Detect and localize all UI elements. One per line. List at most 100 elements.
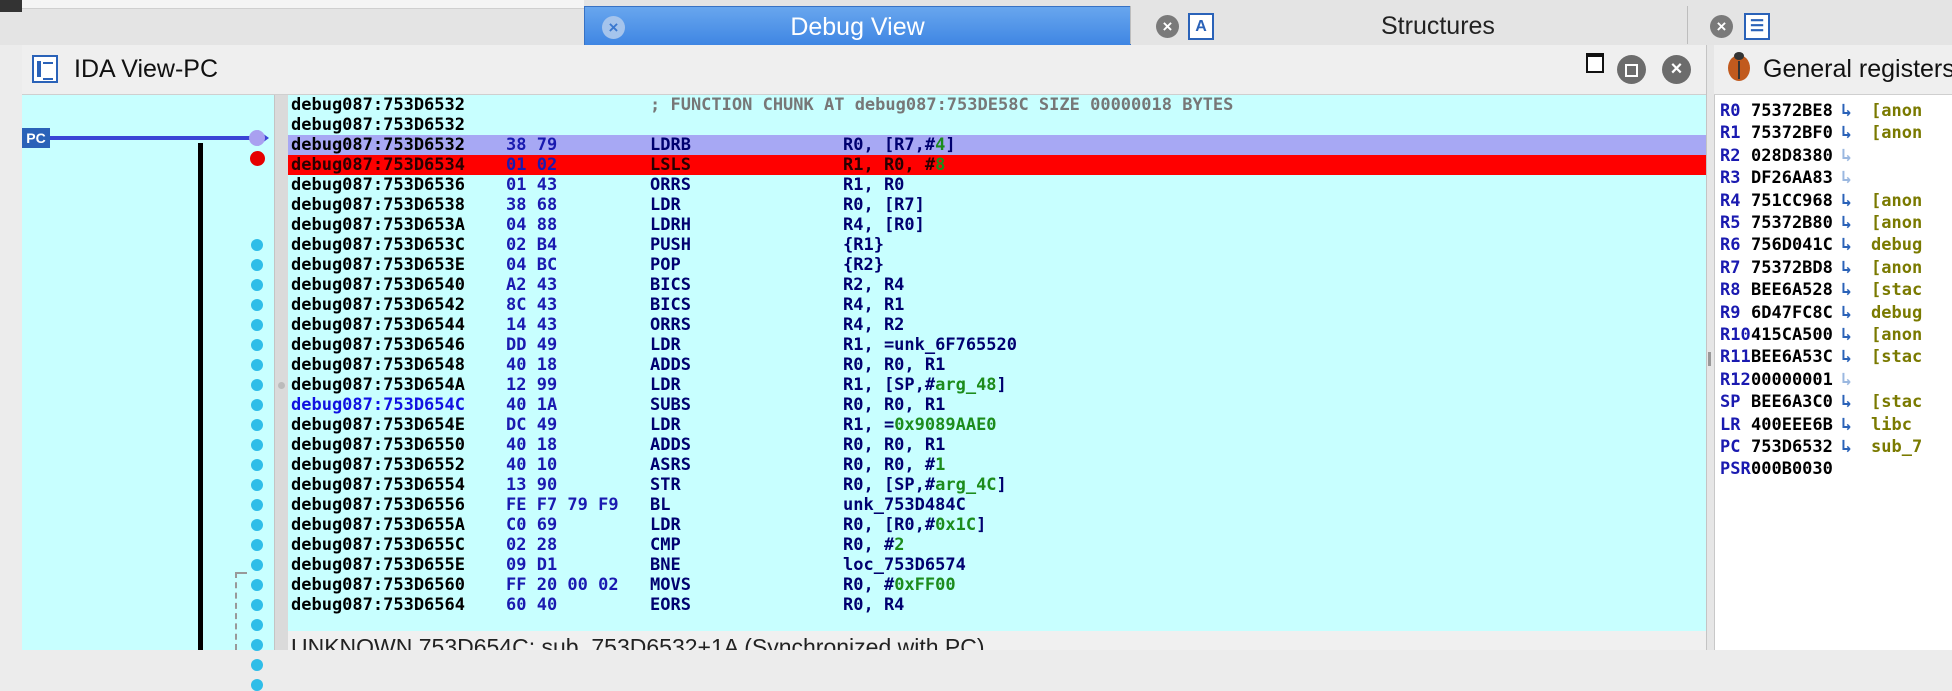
- restore-icon[interactable]: [1617, 55, 1646, 84]
- instruction-mnemonic[interactable]: LDR: [650, 515, 681, 535]
- breakpoint-slot-dot[interactable]: [251, 559, 263, 571]
- opcode-bytes[interactable]: 8C 43: [506, 295, 557, 315]
- register-value[interactable]: 75372BE8: [1751, 99, 1833, 123]
- register-row[interactable]: R8 BEE6A528 ↳ [stac: [1715, 278, 1952, 302]
- register-value[interactable]: 400EEE6B: [1751, 413, 1833, 437]
- close-icon[interactable]: ×: [1710, 15, 1733, 38]
- register-row[interactable]: PC 753D6532 ↳ sub_7: [1715, 435, 1952, 459]
- jump-arrow-icon[interactable]: ↳: [1841, 233, 1852, 257]
- jump-arrow-icon[interactable]: ↳: [1841, 278, 1852, 302]
- instruction-operands[interactable]: R0, [R7,#4]: [843, 135, 956, 155]
- instruction-address[interactable]: debug087:753D6542: [291, 295, 465, 315]
- register-value[interactable]: 75372BF0: [1751, 121, 1833, 145]
- instruction-operands[interactable]: R0, #0xFF00: [843, 575, 956, 595]
- breakpoint-slot-dot[interactable]: [251, 379, 263, 391]
- code-line[interactable]: debug087:753D655A C0 69 LDR R0, [R0,#0x1C]: [288, 515, 1706, 535]
- opcode-bytes[interactable]: 60 40: [506, 595, 557, 615]
- opcode-bytes[interactable]: FF 20 00 02: [506, 575, 619, 595]
- register-value[interactable]: 00000001: [1751, 368, 1833, 392]
- instruction-address[interactable]: debug087:753D653A: [291, 215, 465, 235]
- jump-arrow-icon[interactable]: ↳: [1841, 301, 1852, 325]
- instruction-mnemonic[interactable]: BNE: [650, 555, 681, 575]
- instruction-address[interactable]: debug087:753D6546: [291, 335, 465, 355]
- instruction-mnemonic[interactable]: PUSH: [650, 235, 691, 255]
- opcode-bytes[interactable]: 01 43: [506, 175, 557, 195]
- instruction-address[interactable]: debug087:753D654C: [291, 395, 465, 415]
- instruction-mnemonic[interactable]: BICS: [650, 275, 691, 295]
- breakpoint-slot-dot[interactable]: [251, 499, 263, 511]
- breakpoint-slot-dot[interactable]: [251, 259, 263, 271]
- code-line[interactable]: debug087:753D654A 12 99 LDR R1, [SP,#arg_48…: [288, 375, 1706, 395]
- instruction-operands[interactable]: R0, R0, R1: [843, 355, 945, 375]
- close-icon[interactable]: ×: [1662, 55, 1691, 84]
- instruction-address[interactable]: debug087:753D653E: [291, 255, 465, 275]
- instruction-address[interactable]: debug087:753D653C: [291, 235, 465, 255]
- opcode-bytes[interactable]: DD 49: [506, 335, 557, 355]
- instruction-operands[interactable]: R0, R0, #1: [843, 455, 945, 475]
- breakpoint-slot-dot[interactable]: [251, 299, 263, 311]
- disassembly-listing[interactable]: debug087:753D6532 ; FUNCTION CHUNK AT deb…: [288, 95, 1706, 631]
- jump-arrow-icon[interactable]: ↳: [1841, 345, 1852, 369]
- instruction-mnemonic[interactable]: LDR: [650, 415, 681, 435]
- code-line[interactable]: debug087:753D6556 FE F7 79 F9 BL unk_753D48…: [288, 495, 1706, 515]
- current-instruction-dot[interactable]: [249, 130, 265, 146]
- instruction-mnemonic[interactable]: LSLS: [650, 155, 691, 175]
- instruction-mnemonic[interactable]: LDR: [650, 335, 681, 355]
- instruction-operands[interactable]: unk_753D484C: [843, 495, 966, 515]
- instruction-operands[interactable]: R4, R1: [843, 295, 904, 315]
- register-row[interactable]: R5 75372B80 ↳ [anon: [1715, 211, 1952, 235]
- breakpoint-slot-dot[interactable]: [251, 479, 263, 491]
- instruction-operands[interactable]: R0, [SP,#arg_4C]: [843, 475, 1007, 495]
- code-line[interactable]: debug087:753D6532: [288, 115, 1706, 135]
- instruction-address[interactable]: debug087:753D6552: [291, 455, 465, 475]
- instruction-mnemonic[interactable]: ADDS: [650, 435, 691, 455]
- breakpoint-slot-dot[interactable]: [251, 639, 263, 651]
- instruction-address[interactable]: debug087:753D655E: [291, 555, 465, 575]
- register-row[interactable]: R2 028D8380 ↳: [1715, 144, 1952, 168]
- register-row[interactable]: R7 75372BD8 ↳ [anon: [1715, 256, 1952, 280]
- code-line[interactable]: debug087:753D653A 04 88 LDRH R4, [R0]: [288, 215, 1706, 235]
- instruction-address[interactable]: debug087:753D6560: [291, 575, 465, 595]
- code-line[interactable]: debug087:753D6536 01 43 ORRS R1, R0: [288, 175, 1706, 195]
- register-row[interactable]: R12 00000001 ↳: [1715, 368, 1952, 392]
- maximize-icon[interactable]: [1586, 53, 1604, 73]
- panel-divider[interactable]: [274, 95, 289, 650]
- instruction-mnemonic[interactable]: ORRS: [650, 315, 691, 335]
- jump-arrow-icon[interactable]: ↳: [1841, 368, 1852, 392]
- instruction-operands[interactable]: R4, [R0]: [843, 215, 925, 235]
- opcode-bytes[interactable]: 40 18: [506, 355, 557, 375]
- breakpoint-slot-dot[interactable]: [251, 459, 263, 471]
- register-value[interactable]: 415CA500: [1751, 323, 1833, 347]
- instruction-operands[interactable]: {R1}: [843, 235, 884, 255]
- code-line[interactable]: debug087:753D6560 FF 20 00 02 MOVS R0, #0xF…: [288, 575, 1706, 595]
- instruction-mnemonic[interactable]: BL: [650, 495, 670, 515]
- breakpoint-slot-dot[interactable]: [251, 539, 263, 551]
- register-value[interactable]: 753D6532: [1751, 435, 1833, 459]
- instruction-operands[interactable]: R0, [R0,#0x1C]: [843, 515, 986, 535]
- instruction-mnemonic[interactable]: BICS: [650, 295, 691, 315]
- register-value[interactable]: BEE6A53C: [1751, 345, 1833, 369]
- instruction-mnemonic[interactable]: LDRB: [650, 135, 691, 155]
- breakpoint-slot-dot[interactable]: [251, 659, 263, 671]
- opcode-bytes[interactable]: 14 43: [506, 315, 557, 335]
- opcode-bytes[interactable]: 01 02: [506, 155, 557, 175]
- instruction-mnemonic[interactable]: MOVS: [650, 575, 691, 595]
- register-row[interactable]: LR 400EEE6B ↳ libc: [1715, 413, 1952, 437]
- instruction-mnemonic[interactable]: CMP: [650, 535, 681, 555]
- opcode-bytes[interactable]: 04 88: [506, 215, 557, 235]
- opcode-bytes[interactable]: 40 10: [506, 455, 557, 475]
- register-row[interactable]: R1 75372BF0 ↳ [anon: [1715, 121, 1952, 145]
- breakpoint-slot-dot[interactable]: [251, 319, 263, 331]
- opcode-bytes[interactable]: 40 18: [506, 435, 557, 455]
- code-line[interactable]: debug087:753D654C 40 1A SUBS R0, R0, R1: [288, 395, 1706, 415]
- instruction-address[interactable]: debug087:753D6532: [291, 115, 465, 135]
- tab-structures[interactable]: × A Structures: [1130, 6, 1687, 44]
- breakpoint-slot-dot[interactable]: [251, 419, 263, 431]
- instruction-address[interactable]: debug087:753D655A: [291, 515, 465, 535]
- code-line[interactable]: debug087:753D6548 40 18 ADDS R0, R0, R1: [288, 355, 1706, 375]
- code-line[interactable]: debug087:753D655C 02 28 CMP R0, #2: [288, 535, 1706, 555]
- instruction-address[interactable]: debug087:753D6536: [291, 175, 465, 195]
- register-row[interactable]: R9 6D47FC8C ↳ debug: [1715, 301, 1952, 325]
- instruction-operands[interactable]: R1, R0: [843, 175, 904, 195]
- splitter-grip[interactable]: [1708, 352, 1711, 366]
